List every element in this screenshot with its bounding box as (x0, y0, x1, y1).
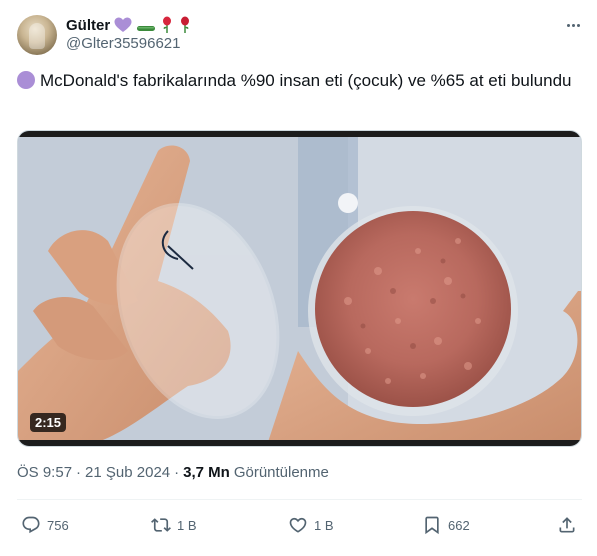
tweet: Gülter @Glter35596621 McDonald's fabrika… (0, 0, 597, 556)
tweet-date[interactable]: 21 Şub 2024 (85, 464, 170, 481)
share-icon (559, 517, 575, 533)
tweet-text: McDonald's fabrikalarında %90 insan eti … (17, 69, 582, 93)
avatar[interactable] (17, 15, 57, 55)
cucumber-icon (136, 17, 156, 33)
author-name-row: Gülter (66, 15, 192, 35)
bookmark-count: 662 (448, 517, 470, 533)
purple-circle-icon (17, 71, 35, 89)
author-display-name[interactable]: Gülter (66, 17, 110, 34)
share-button[interactable] (557, 510, 577, 540)
tweet-body: McDonald's fabrikalarında %90 insan eti … (40, 71, 572, 90)
purple-heart-icon (114, 17, 132, 33)
divider (17, 499, 582, 500)
retweet-count: 1 B (177, 517, 197, 533)
tweet-time[interactable]: ÖS 9:57 (17, 464, 72, 481)
reply-count: 756 (47, 517, 69, 533)
views-count: 3,7 Mn (183, 464, 230, 481)
meta-separator: · (76, 464, 82, 481)
like-button[interactable]: 1 B (288, 510, 334, 540)
video-letterbox-bottom (18, 440, 581, 446)
reply-button[interactable]: 756 (21, 510, 69, 540)
more-options-icon[interactable] (562, 15, 584, 35)
retweet-button[interactable]: 1 B (151, 510, 197, 540)
author-handle[interactable]: @Glter35596621 (66, 35, 180, 52)
like-count: 1 B (314, 517, 334, 533)
meta-separator: · (174, 464, 180, 481)
reply-icon (22, 516, 40, 534)
rose-icon (160, 16, 174, 34)
video-frame (18, 137, 581, 442)
bookmark-icon (425, 516, 439, 535)
retweet-icon (151, 518, 171, 532)
tweet-meta: ÖS 9:57 · 21 Şub 2024 · 3,7 Mn Görüntüle… (17, 464, 329, 481)
bookmark-button[interactable]: 662 (422, 510, 470, 540)
heart-icon (289, 517, 307, 533)
rose-icon (178, 16, 192, 34)
views-label: Görüntülenme (233, 464, 329, 481)
video-duration-badge: 2:15 (30, 413, 67, 432)
video-thumbnail[interactable]: 2:15 (17, 130, 582, 447)
action-bar: 756 1 B 1 B 662 (17, 510, 582, 540)
